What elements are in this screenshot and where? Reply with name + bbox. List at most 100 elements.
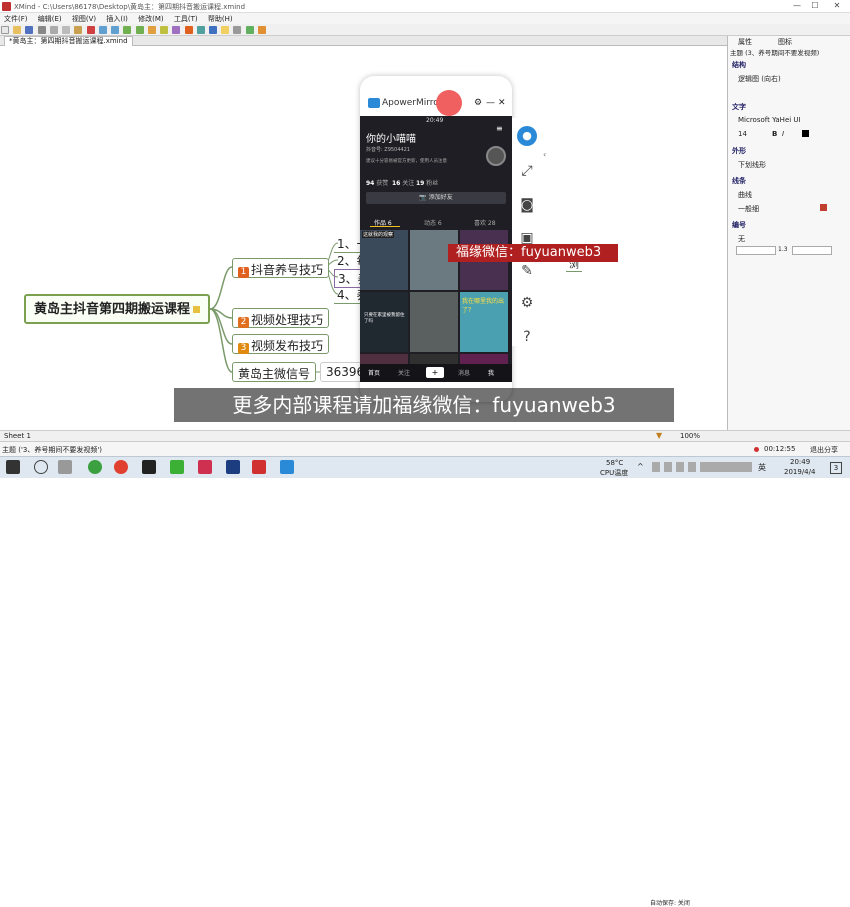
nav-create-button[interactable]: + bbox=[426, 367, 444, 378]
weather-temp: 58°C bbox=[606, 459, 624, 467]
menu-icon[interactable]: ≡ bbox=[496, 124, 503, 133]
section-numbering[interactable]: 编号 bbox=[732, 220, 848, 230]
color-swatch[interactable] bbox=[802, 130, 809, 137]
branch-4-label: 黄岛主微信号 bbox=[238, 367, 311, 381]
apowermirror-logo-icon bbox=[368, 98, 380, 108]
nav-me[interactable]: 我 bbox=[488, 368, 494, 377]
apowermirror-taskbar-icon[interactable] bbox=[280, 460, 294, 474]
fullscreen-icon[interactable]: ⤢ bbox=[514, 158, 540, 184]
nav-home[interactable]: 首页 bbox=[368, 368, 380, 377]
video-thumb-1[interactable] bbox=[360, 230, 408, 290]
windows-start-icon[interactable] bbox=[6, 460, 20, 474]
notification-badge[interactable]: 3 bbox=[830, 462, 842, 474]
clock-date[interactable]: 2019/4/4 bbox=[784, 468, 815, 476]
font-family-select[interactable]: Microsoft YaHei UI bbox=[738, 116, 848, 124]
minimize-button[interactable]: — bbox=[790, 1, 804, 11]
numbering-prefix-input[interactable] bbox=[736, 246, 776, 255]
add-friend-button[interactable]: 📷 添加好友 bbox=[366, 192, 506, 204]
branch-1-label: 抖音养号技巧 bbox=[251, 263, 324, 277]
help-icon[interactable]: ? bbox=[514, 324, 540, 350]
screenshot-icon[interactable]: ◙ bbox=[514, 192, 540, 218]
profile-bio: 建议十分容易被官方更新，使用人员注意 bbox=[366, 159, 447, 164]
branch-2[interactable]: 2 视频处理技巧 bbox=[232, 308, 330, 328]
app-360-icon[interactable] bbox=[88, 460, 102, 474]
media-icon[interactable] bbox=[198, 460, 212, 474]
priority-2-icon: 2 bbox=[238, 317, 249, 328]
cpu-label: CPU温度 bbox=[600, 469, 629, 477]
branch-3[interactable]: 3 视频发布技巧 bbox=[232, 334, 330, 354]
nav-messages[interactable]: 消息 bbox=[458, 368, 470, 377]
watermark-banner: 福缘微信：fuyuanweb3 bbox=[448, 244, 618, 262]
bold-button[interactable]: B bbox=[772, 130, 777, 138]
status-text: 主题 ('3、养号期间不要发视频') bbox=[2, 446, 102, 454]
video-caption: 更多内部课程请加福缘微信：fuyuanweb3 bbox=[174, 388, 674, 422]
note-icon bbox=[193, 306, 200, 313]
photoshop-icon[interactable] bbox=[226, 460, 240, 474]
sheet-tab[interactable]: Sheet 1 bbox=[4, 432, 31, 440]
apowermirror-title: ApowerMirror bbox=[382, 98, 443, 108]
panel-tab-properties[interactable]: 属性 bbox=[738, 37, 752, 47]
maximize-button[interactable]: ☐ bbox=[808, 1, 822, 11]
apowermirror-window[interactable]: ApowerMirror ⚙ — ✕ 20:49 你的小喵喵 抖音号: Z950… bbox=[360, 76, 512, 402]
recording-dot-icon bbox=[754, 447, 759, 452]
filter-icon[interactable]: ▼ bbox=[656, 431, 662, 440]
minimize-icon[interactable]: — bbox=[486, 98, 495, 108]
branch-1[interactable]: 1 抖音养号技巧 bbox=[232, 258, 330, 278]
phone-time: 20:49 bbox=[426, 117, 444, 124]
app-dark-icon[interactable] bbox=[142, 460, 156, 474]
exit-share-button[interactable]: 退出分享 bbox=[810, 445, 838, 455]
tab-dynamics[interactable]: 动态 6 bbox=[424, 218, 442, 227]
search-icon[interactable] bbox=[34, 460, 48, 474]
recording-time: 00:12:55 bbox=[764, 445, 796, 453]
section-shape[interactable]: 外形 bbox=[732, 146, 848, 156]
panel-tab-icons[interactable]: 图标 bbox=[778, 37, 792, 47]
structure-select[interactable]: 逻辑图 (向右) bbox=[738, 74, 848, 84]
priority-3-icon: 3 bbox=[238, 343, 249, 354]
video-thumb-5[interactable] bbox=[410, 292, 458, 352]
stat-following[interactable]: 16 关注 bbox=[392, 178, 414, 187]
overlay-label: 只要在家里被我留住了吗 bbox=[364, 313, 405, 324]
branch-4[interactable]: 黄岛主微信号 bbox=[232, 362, 317, 382]
gear-icon[interactable]: ⚙ bbox=[514, 290, 540, 316]
avatar[interactable] bbox=[486, 146, 506, 166]
task-view-icon[interactable] bbox=[58, 460, 72, 474]
wechat-icon[interactable] bbox=[170, 460, 184, 474]
line-curve-select[interactable]: 曲线 bbox=[738, 190, 848, 200]
close-icon[interactable]: ✕ bbox=[498, 98, 506, 108]
properties-panel: 属性 图标 主题 (3、养号期间不要发视频) 结构 逻辑图 (向右) 文字 Mi… bbox=[727, 36, 850, 430]
numbering-depth[interactable]: 1.3 bbox=[778, 246, 788, 253]
tray-icons[interactable] bbox=[652, 462, 752, 472]
tray-up-chevron-icon[interactable]: ^ bbox=[637, 462, 644, 471]
close-button[interactable]: ✕ bbox=[830, 1, 844, 11]
clock-time[interactable]: 20:49 bbox=[790, 458, 810, 466]
root-topic[interactable]: 黄岛主抖音第四期搬运课程 bbox=[24, 294, 210, 324]
italic-button[interactable]: I bbox=[782, 130, 784, 138]
collapse-chevron-icon[interactable]: ‹ bbox=[543, 150, 546, 159]
line-weight-select[interactable]: 一般细 bbox=[738, 204, 848, 214]
section-text[interactable]: 文字 bbox=[732, 102, 848, 112]
shape-select[interactable]: 下划线形 bbox=[738, 160, 848, 170]
root-topic-label: 黄岛主抖音第四期搬运课程 bbox=[33, 302, 190, 317]
stat-followers[interactable]: 19 粉丝 bbox=[416, 178, 438, 187]
numbering-select[interactable]: 无 bbox=[738, 234, 848, 244]
douyin-id: 抖音号: Z9504421 bbox=[366, 147, 410, 153]
nav-following[interactable]: 关注 bbox=[398, 368, 410, 377]
section-line[interactable]: 线条 bbox=[732, 176, 848, 186]
ime-indicator[interactable]: 英 bbox=[758, 462, 766, 473]
zoom-level[interactable]: 100% bbox=[680, 432, 700, 440]
line-color-swatch[interactable] bbox=[820, 204, 827, 211]
profile-name: 你的小喵喵 bbox=[366, 134, 416, 145]
chrome-icon[interactable] bbox=[114, 460, 128, 474]
numbering-suffix-input[interactable] bbox=[792, 246, 832, 255]
first-video-label: 这就我的观察 bbox=[362, 231, 395, 238]
user-icon[interactable]: ● bbox=[514, 122, 540, 148]
taskbar: 58°C CPU温度 自动保存: 关闭 ^ 英 20:49 2019/4/4 3 bbox=[0, 456, 850, 907]
font-size-select[interactable]: 14 bbox=[738, 130, 848, 138]
tab-likes[interactable]: 喜欢 28 bbox=[474, 218, 496, 227]
section-structure[interactable]: 结构 bbox=[732, 60, 848, 70]
settings-icon[interactable]: ⚙ bbox=[474, 98, 482, 108]
status-bar: 主题 ('3、养号期间不要发视频') 00:12:55 退出分享 bbox=[0, 441, 850, 456]
autosave-status: 自动保存: 关闭 bbox=[650, 900, 690, 907]
bottom-nav: 首页 关注 + 消息 我 bbox=[360, 364, 512, 382]
xmind-taskbar-icon[interactable] bbox=[252, 460, 266, 474]
